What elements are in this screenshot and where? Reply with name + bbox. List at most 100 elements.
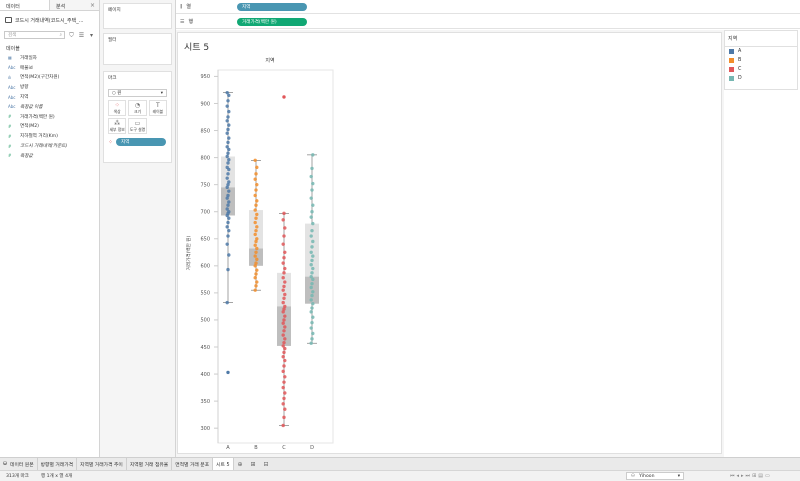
field-item[interactable]: Abc 측정값 이름 <box>0 102 99 112</box>
filter-icon[interactable]: ⛉ <box>68 32 75 39</box>
collapse-icon[interactable]: × <box>90 2 95 9</box>
columns-region-pill[interactable]: 지역 <box>237 2 307 11</box>
data-point <box>254 284 258 288</box>
user-name: Yihoon <box>639 473 655 479</box>
data-point <box>254 216 258 220</box>
tab-data[interactable]: 데이터 <box>0 0 50 10</box>
data-point <box>226 161 230 165</box>
field-item[interactable]: ılı 면적(M2)(구간차원) <box>0 73 99 83</box>
data-point <box>226 127 230 132</box>
field-item[interactable]: Abc 지역 <box>0 92 99 102</box>
shelves-pane: 페이지 필터 마크 ○ 원 ▾ ⁘ 색상 ◔ 크기 T 레이블 ⁂ 세부 정보 ▭ 도구 … <box>100 0 176 457</box>
label-button[interactable]: T 레이블 <box>148 100 167 116</box>
data-point <box>283 266 287 271</box>
data-point <box>255 212 259 217</box>
rows-price-pill[interactable]: 거래가격(백만 원) <box>237 17 307 26</box>
y-tick-label: 350 <box>200 399 210 405</box>
data-point <box>283 304 287 309</box>
color-encoding-icon: ⁘ <box>108 138 114 146</box>
outlier-point <box>226 370 230 375</box>
legend-swatch <box>729 58 734 63</box>
field-item[interactable]: # 코드시 거래내역(카운트) <box>0 141 99 151</box>
dropdown-icon[interactable]: ▾ <box>88 32 95 39</box>
view-list-icon[interactable]: ☰ <box>78 32 85 39</box>
data-point <box>225 300 229 305</box>
data-point <box>310 337 314 341</box>
x-tick-label: B <box>254 445 258 451</box>
new-dashboard-icon[interactable]: ⊞ <box>247 458 260 471</box>
field-label: 지역 <box>20 95 29 101</box>
sheet-tab[interactable]: 면적별 거래 분포 <box>172 457 214 471</box>
legend-swatch <box>729 67 734 72</box>
data-point <box>310 210 314 214</box>
field-item[interactable]: # 면적(M2) <box>0 122 99 132</box>
data-point <box>311 153 315 157</box>
field-item[interactable]: Abc 매물id <box>0 63 99 73</box>
new-story-icon[interactable]: ⊟ <box>260 458 273 471</box>
rows-label: 행 <box>188 19 194 25</box>
legend-item[interactable]: C <box>725 65 797 74</box>
detail-button[interactable]: ⁂ 세부 정보 <box>108 118 127 134</box>
tooltip-icon: ▭ <box>134 119 141 127</box>
data-point <box>309 215 313 219</box>
sheet-tab[interactable]: 시트 5 <box>213 457 234 471</box>
data-point <box>227 158 231 162</box>
color-button[interactable]: ⁘ 색상 <box>108 100 127 116</box>
data-point <box>309 341 313 345</box>
user-icon: ⚇ <box>631 473 636 479</box>
legend-item[interactable]: A <box>725 47 797 56</box>
y-tick-label: 800 <box>200 155 210 161</box>
field-item[interactable]: ▦ 거래일자 <box>0 53 99 63</box>
filters-card[interactable]: 필터 <box>103 33 172 65</box>
field-search-row: 검색 ⌕ ⛉ ☰ ▾ <box>4 30 95 40</box>
new-worksheet-icon[interactable]: ⊕ <box>234 458 247 471</box>
tabs-view-icon[interactable]: ▭ <box>765 473 772 479</box>
size-button[interactable]: ◔ 크기 <box>128 100 147 116</box>
label-label: 레이블 <box>152 108 164 114</box>
field-item[interactable]: # 측정값 <box>0 151 99 161</box>
dimension-type-icon: Abc <box>8 84 16 90</box>
size-icon: ◔ <box>134 101 141 109</box>
data-point <box>226 99 230 103</box>
legend-item[interactable]: D <box>725 74 797 83</box>
field-label: 매물id <box>20 65 33 71</box>
user-menu[interactable]: ⚇ Yihoon ▾ <box>626 472 684 480</box>
data-point <box>255 225 259 229</box>
data-point <box>281 402 285 406</box>
marks-region-pill[interactable]: 지역 <box>116 138 167 146</box>
y-axis-label: 거래가격(백만 원) <box>185 235 192 270</box>
data-point <box>281 385 285 390</box>
datasource-item[interactable]: 코드시 거래내역(코드시_주택_... <box>0 14 99 26</box>
data-point <box>227 123 231 127</box>
chevron-down-icon: ▾ <box>160 90 163 96</box>
field-item[interactable]: # 지하철역 거리(Km) <box>0 131 99 141</box>
filmstrip-icon[interactable]: ▤ <box>758 473 765 479</box>
legend-item[interactable]: B <box>725 56 797 65</box>
sheet-tab[interactable]: 지역별 거래가격 추이 <box>77 457 127 471</box>
legend-label: B <box>738 58 742 63</box>
measure-type-icon: # <box>8 123 12 129</box>
field-item[interactable]: # 거래가격(백만 원) <box>0 112 99 122</box>
data-point <box>227 253 231 257</box>
tooltip-label: 도구 설명 <box>129 126 146 132</box>
tab-analysis[interactable]: 분석 × <box>50 0 99 10</box>
field-item[interactable]: Abc 방향 <box>0 82 99 92</box>
data-point <box>226 115 230 119</box>
data-point <box>309 250 313 254</box>
sheet-tab[interactable]: 방향별 거래가격 <box>38 457 78 471</box>
sheet-tab[interactable]: ⛁ 데이터 원본 <box>0 457 38 471</box>
data-point <box>255 199 259 203</box>
pages-card[interactable]: 페이지 <box>103 3 172 29</box>
tooltip-button[interactable]: ▭ 도구 설명 <box>128 118 147 134</box>
outlier-point <box>282 95 286 99</box>
data-point <box>282 350 286 355</box>
data-point <box>254 261 258 265</box>
mark-type-select[interactable]: ○ 원 ▾ <box>108 89 167 97</box>
search-input[interactable]: 검색 ⌕ <box>4 31 65 39</box>
y-tick-label: 400 <box>200 372 210 378</box>
sheet-tab[interactable]: 지역별 거래 점유율 <box>127 457 173 471</box>
data-point <box>227 136 231 140</box>
data-point <box>309 263 313 267</box>
data-point <box>282 415 286 420</box>
data-point <box>225 207 229 211</box>
